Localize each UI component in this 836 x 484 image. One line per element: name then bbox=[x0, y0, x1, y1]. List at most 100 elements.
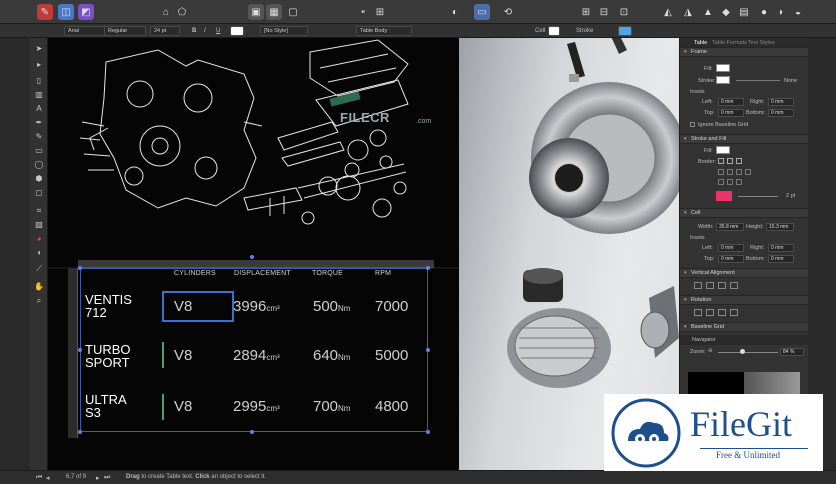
align-bottom-icon[interactable] bbox=[718, 282, 726, 289]
snap-icon[interactable]: ⊞ bbox=[372, 4, 388, 20]
border-inner-icon[interactable] bbox=[727, 158, 733, 164]
underline-button[interactable]: U bbox=[216, 26, 220, 36]
align-left-icon[interactable]: ◭ bbox=[660, 4, 676, 20]
cell-inset-bottom-field[interactable]: 0 mm bbox=[768, 255, 794, 263]
navigator-header[interactable]: Navigator bbox=[680, 335, 808, 345]
distribute-icon[interactable]: ◆ bbox=[718, 4, 734, 20]
border-right-icon[interactable] bbox=[745, 169, 751, 175]
corner-handle-tl[interactable] bbox=[78, 266, 82, 270]
inset-top-field[interactable]: 0 mm bbox=[718, 109, 744, 117]
cell-cylinders[interactable]: V8 bbox=[174, 347, 192, 364]
prev-page-icon[interactable]: ◂ bbox=[46, 474, 50, 482]
cell-width-field[interactable]: 35.8 mm bbox=[716, 223, 744, 231]
row-name[interactable]: VENTIS 712 bbox=[85, 293, 132, 319]
tab-text-styles[interactable]: Text Styles bbox=[748, 40, 775, 46]
fill-tool-icon[interactable]: ◖ bbox=[33, 248, 45, 258]
ellipse-tool-icon[interactable]: ◯ bbox=[33, 160, 45, 170]
rectangle-tool-icon[interactable]: ▭ bbox=[33, 146, 45, 156]
stroke-slider[interactable] bbox=[736, 80, 780, 81]
border-outer-icon[interactable] bbox=[736, 158, 742, 164]
frame-fill-swatch[interactable] bbox=[716, 64, 730, 72]
grid-toggle-icon[interactable]: ⊞ bbox=[578, 4, 594, 20]
cell-rpm[interactable]: 4800 bbox=[375, 398, 408, 415]
cell-displacement[interactable]: 3996cm³ bbox=[233, 298, 280, 315]
stroke-width-slider[interactable] bbox=[738, 196, 778, 197]
italic-button[interactable]: I bbox=[204, 26, 206, 36]
frame-stroke-swatch[interactable] bbox=[716, 76, 730, 84]
view-icon[interactable]: ▢ bbox=[285, 4, 301, 20]
section-cell[interactable]: Cell bbox=[680, 208, 808, 218]
wrap-icon[interactable]: ⟲ bbox=[500, 4, 516, 20]
picture-frame-tool-icon[interactable]: ◻ bbox=[33, 188, 45, 198]
ignore-baseline-checkbox[interactable] bbox=[690, 122, 695, 127]
border-bottom-icon[interactable] bbox=[727, 169, 733, 175]
border-left-icon[interactable] bbox=[736, 169, 742, 175]
rotate-270-icon[interactable] bbox=[730, 309, 738, 316]
next-page-icon[interactable]: ▸ bbox=[96, 474, 100, 482]
pencil-tool-icon[interactable]: ✎ bbox=[33, 132, 45, 142]
boolean-int-icon[interactable]: ◒ bbox=[790, 4, 806, 20]
border-v-icon[interactable] bbox=[727, 179, 733, 185]
cell-torque[interactable]: 500Nm bbox=[313, 298, 350, 315]
section-rotation[interactable]: Rotation bbox=[680, 295, 808, 305]
rotate-0-icon[interactable] bbox=[694, 309, 702, 316]
cell-rpm[interactable]: 7000 bbox=[375, 298, 408, 315]
move-tool-icon[interactable]: ➤ bbox=[33, 44, 45, 54]
color-picker-icon[interactable]: ◕ bbox=[33, 234, 45, 244]
transform-icon[interactable]: ⊡ bbox=[616, 4, 632, 20]
zoom-value-field[interactable]: 84 % bbox=[780, 348, 804, 356]
preview-icon[interactable]: ◐ bbox=[447, 4, 463, 20]
corner-handle-tr[interactable] bbox=[426, 266, 430, 270]
frame-icon[interactable]: ▭ bbox=[474, 4, 490, 20]
pin-icon[interactable]: ⁌ bbox=[355, 4, 371, 20]
last-page-icon[interactable]: ⏭ bbox=[104, 474, 110, 482]
selected-cell[interactable] bbox=[162, 291, 234, 322]
zoom-slider-knob[interactable] bbox=[740, 349, 745, 354]
section-stroke-fill[interactable]: Stroke and Fill bbox=[680, 134, 808, 144]
align-center-icon[interactable]: ◮ bbox=[680, 4, 696, 20]
cell-cylinders[interactable]: V8 bbox=[174, 298, 192, 315]
frame-text-tool-icon[interactable]: ▯ bbox=[33, 76, 45, 86]
tab-table-formats[interactable]: Table Formats bbox=[712, 40, 747, 46]
align-top-icon[interactable] bbox=[694, 282, 702, 289]
page-indicator[interactable]: 6,7 of 9 bbox=[66, 474, 86, 480]
section-frame[interactable]: Frame bbox=[680, 47, 808, 57]
place-image-tool-icon[interactable]: ▨ bbox=[33, 220, 45, 230]
side-handle-right[interactable] bbox=[426, 348, 430, 352]
cell-displacement[interactable]: 2894cm³ bbox=[233, 347, 280, 364]
font-size-select[interactable]: 24 pt bbox=[150, 26, 180, 36]
text-style-select[interactable]: [No Style] bbox=[260, 26, 308, 36]
stroke-color-swatch[interactable] bbox=[618, 26, 632, 36]
bold-button[interactable]: B bbox=[192, 26, 196, 36]
border-top-icon[interactable] bbox=[718, 169, 724, 175]
border-all-icon[interactable] bbox=[718, 158, 724, 164]
table-tool-icon[interactable]: ▥ bbox=[33, 90, 45, 100]
align-justify-icon[interactable] bbox=[730, 282, 738, 289]
cell-fill-swatch-panel[interactable] bbox=[716, 146, 730, 154]
shape-tool-icon[interactable]: ⬢ bbox=[33, 174, 45, 184]
pen-tool-icon[interactable]: ✒ bbox=[33, 118, 45, 128]
rotate-180-icon[interactable] bbox=[718, 309, 726, 316]
cell-inset-left-field[interactable]: 0 mm bbox=[718, 244, 744, 252]
cell-rpm[interactable]: 5000 bbox=[375, 347, 408, 364]
zoom-slider[interactable] bbox=[718, 352, 778, 353]
bottom-handle[interactable] bbox=[250, 430, 254, 434]
inset-right-field[interactable]: 0 mm bbox=[768, 98, 794, 106]
zoom-tool-icon[interactable]: ⌕ bbox=[33, 296, 45, 306]
eyedropper-icon[interactable]: ⟋ bbox=[33, 264, 45, 274]
inset-left-field[interactable]: 0 mm bbox=[718, 98, 744, 106]
guide-icon[interactable]: ⊟ bbox=[596, 4, 612, 20]
crop-tool-icon[interactable]: ⌗ bbox=[33, 206, 45, 216]
cell-height-field[interactable]: 15.3 mm bbox=[766, 223, 794, 231]
cell-cylinders[interactable]: V8 bbox=[174, 398, 192, 415]
cell-torque[interactable]: 640Nm bbox=[313, 347, 350, 364]
boolean-sub-icon[interactable]: ◑ bbox=[772, 4, 788, 20]
node-tool-icon[interactable]: ▸ bbox=[33, 60, 45, 70]
cell-torque[interactable]: 700Nm bbox=[313, 398, 350, 415]
photo-persona-icon[interactable]: ◫ bbox=[58, 4, 74, 20]
grid-icon[interactable]: ▦ bbox=[266, 4, 282, 20]
designer-persona-icon[interactable]: ◩ bbox=[78, 4, 94, 20]
table-column-ruler[interactable] bbox=[78, 260, 434, 268]
artistic-text-tool-icon[interactable]: A bbox=[33, 104, 45, 114]
app-persona-icon[interactable]: ✎ bbox=[37, 4, 53, 20]
